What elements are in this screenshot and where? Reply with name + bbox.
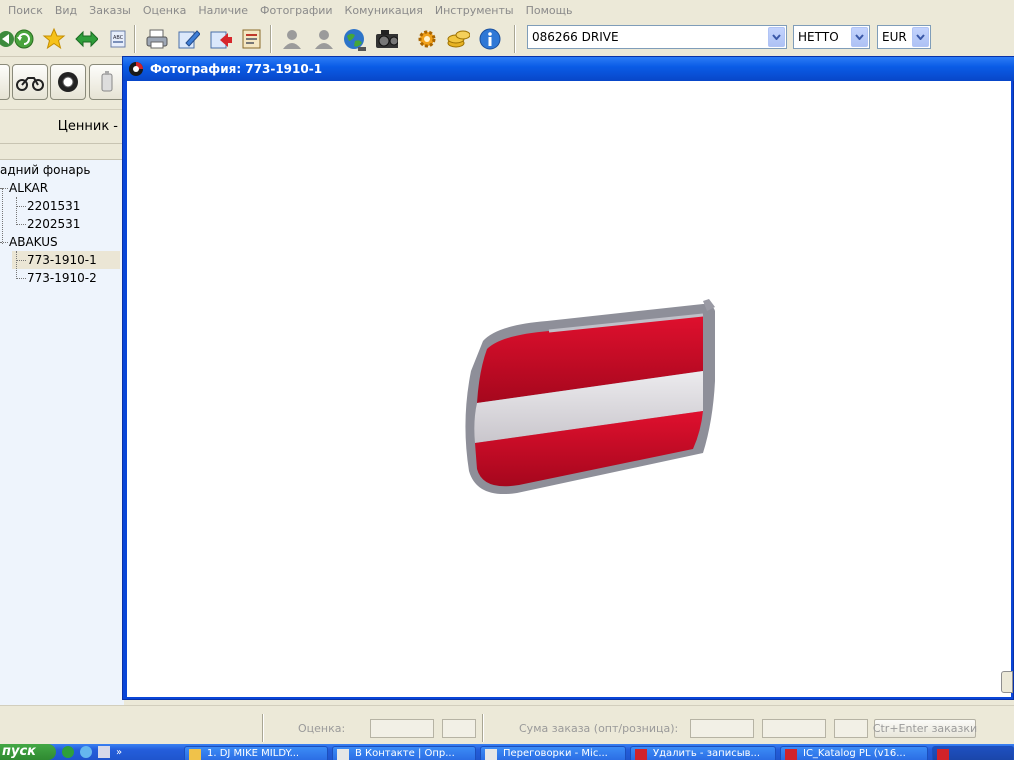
settings-gear-icon[interactable] — [414, 27, 438, 51]
photo-window-titlebar[interactable]: Фотография: 773-1910-1 — [123, 57, 1014, 81]
chevron-down-icon[interactable] — [768, 27, 785, 47]
tree-brand-abakus[interactable]: ABAKUS — [9, 233, 58, 251]
order-count — [834, 719, 868, 738]
menu-view[interactable]: Вид — [55, 4, 77, 17]
estimate-label: Оценка: — [298, 722, 346, 735]
taskbar-item-3[interactable]: Переговорки - Mic... — [480, 746, 626, 760]
menu-orders[interactable]: Заказы — [89, 4, 131, 17]
tree-item-2202531[interactable]: 2202531 — [27, 215, 80, 233]
photo-window: Фотография: 773-1910-1 — [122, 56, 1014, 700]
window-icon — [785, 749, 797, 760]
tree-item-773-1910-1[interactable]: 773-1910-1 — [12, 251, 120, 269]
svg-text:ABC: ABC — [113, 35, 124, 41]
order-sum-label: Сума заказа (опт/розница): — [519, 722, 679, 735]
chevron-down-icon[interactable] — [912, 27, 929, 47]
window-icon — [337, 749, 349, 760]
category-toolbar — [0, 57, 125, 109]
tree-header — [0, 144, 124, 160]
photo-area — [127, 81, 1013, 697]
favorites-star-icon[interactable] — [42, 27, 66, 51]
print-icon[interactable] — [144, 27, 168, 51]
user-icon[interactable] — [280, 27, 304, 51]
category-button-accessories[interactable] — [89, 64, 125, 100]
quick-launch: » — [62, 745, 172, 759]
category-button-tires[interactable] — [50, 64, 86, 100]
chevron-more-icon[interactable]: » — [116, 747, 122, 758]
taskbar-item-1[interactable]: 1. DJ MIKE MILDY... — [184, 746, 328, 760]
scroll-handle[interactable] — [1001, 671, 1013, 693]
menu-bar: Поиск Вид Заказы Оценка Наличие Фотограф… — [0, 0, 1014, 21]
tail-light-photo — [465, 299, 715, 495]
quicklaunch-icon-2[interactable] — [80, 746, 92, 758]
window-icon — [485, 749, 497, 760]
user-add-icon[interactable] — [312, 27, 336, 51]
order-sum-retail — [762, 719, 826, 738]
app-logo-icon — [129, 62, 143, 76]
window-icon — [937, 749, 949, 760]
menu-tools[interactable]: Инструменты — [435, 4, 514, 17]
place-order-button[interactable]: Ctr+Enter заказки — [873, 719, 977, 738]
taskbar-item-active[interactable] — [932, 746, 1014, 760]
refresh-icon[interactable] — [12, 27, 36, 51]
menu-stock[interactable]: Наличие — [198, 4, 248, 17]
price-header: Ценник - — [0, 109, 124, 143]
window-icon — [635, 749, 647, 760]
currency-select[interactable]: EUR — [877, 25, 931, 49]
menu-photos[interactable]: Фотографии — [260, 4, 333, 17]
dictionary-icon[interactable]: ABC — [106, 27, 130, 51]
order-sum-wholesale — [690, 719, 754, 738]
price-label: Ценник - — [57, 119, 118, 134]
tree-brand-alkar[interactable]: ALKAR — [9, 179, 48, 197]
menu-estimate[interactable]: Оценка — [143, 4, 187, 17]
chevron-down-icon[interactable] — [851, 27, 868, 47]
price-type-select[interactable]: НЕТТО — [793, 25, 870, 49]
price-type-value: НЕТТО — [798, 30, 839, 44]
category-button-car[interactable] — [0, 64, 10, 100]
internet-globe-icon[interactable] — [342, 27, 366, 51]
report-icon[interactable] — [240, 27, 264, 51]
estimate-field-1 — [370, 719, 434, 738]
menu-help[interactable]: Помощь — [526, 4, 573, 17]
camera-icon[interactable] — [374, 27, 398, 51]
taskbar-item-5[interactable]: IC_Katalog PL (v16... — [780, 746, 928, 760]
windows-taskbar: пуск » 1. DJ MIKE MILDY... В Контакте | … — [0, 744, 1014, 760]
taskbar-item-2[interactable]: В Контакте | Опр... — [332, 746, 476, 760]
motorcycle-icon — [16, 77, 44, 91]
quicklaunch-icon-3[interactable] — [98, 746, 110, 758]
tire-icon — [58, 72, 78, 92]
exchange-arrows-icon[interactable] — [74, 27, 98, 51]
tree-root-node[interactable]: адний фонарь — [0, 161, 90, 179]
edit-document-icon[interactable] — [176, 27, 200, 51]
menu-search[interactable]: Поиск — [8, 4, 43, 17]
info-icon[interactable] — [478, 27, 502, 51]
toolbar: ABC 086266 DRIVE НЕТТО EUR — [0, 21, 1014, 57]
currency-value: EUR — [882, 30, 907, 44]
tree-item-773-1910-2[interactable]: 773-1910-2 — [27, 269, 97, 287]
tree-item-2201531[interactable]: 2201531 — [27, 197, 80, 215]
parts-tree: адний фонарь ALKAR 2201531 2202531 ABAKU… — [0, 143, 124, 705]
coins-icon[interactable] — [446, 27, 470, 51]
photo-window-title: Фотография: 773-1910-1 — [150, 62, 323, 76]
catalog-select[interactable]: 086266 DRIVE — [527, 25, 787, 49]
status-bar: Оценка: Сума заказа (опт/розница): Ctr+E… — [0, 705, 1014, 744]
send-document-icon[interactable] — [208, 27, 232, 51]
menu-communication[interactable]: Комуникация — [345, 4, 423, 17]
start-button[interactable]: пуск — [0, 744, 56, 760]
taskbar-item-4[interactable]: Удалить - записыв... — [630, 746, 776, 760]
estimate-field-2 — [442, 719, 476, 738]
bottle-icon — [101, 71, 113, 92]
window-icon — [189, 749, 201, 760]
category-button-motorcycle[interactable] — [12, 64, 48, 100]
quicklaunch-icon-1[interactable] — [62, 746, 74, 758]
catalog-select-value: 086266 DRIVE — [532, 30, 619, 44]
